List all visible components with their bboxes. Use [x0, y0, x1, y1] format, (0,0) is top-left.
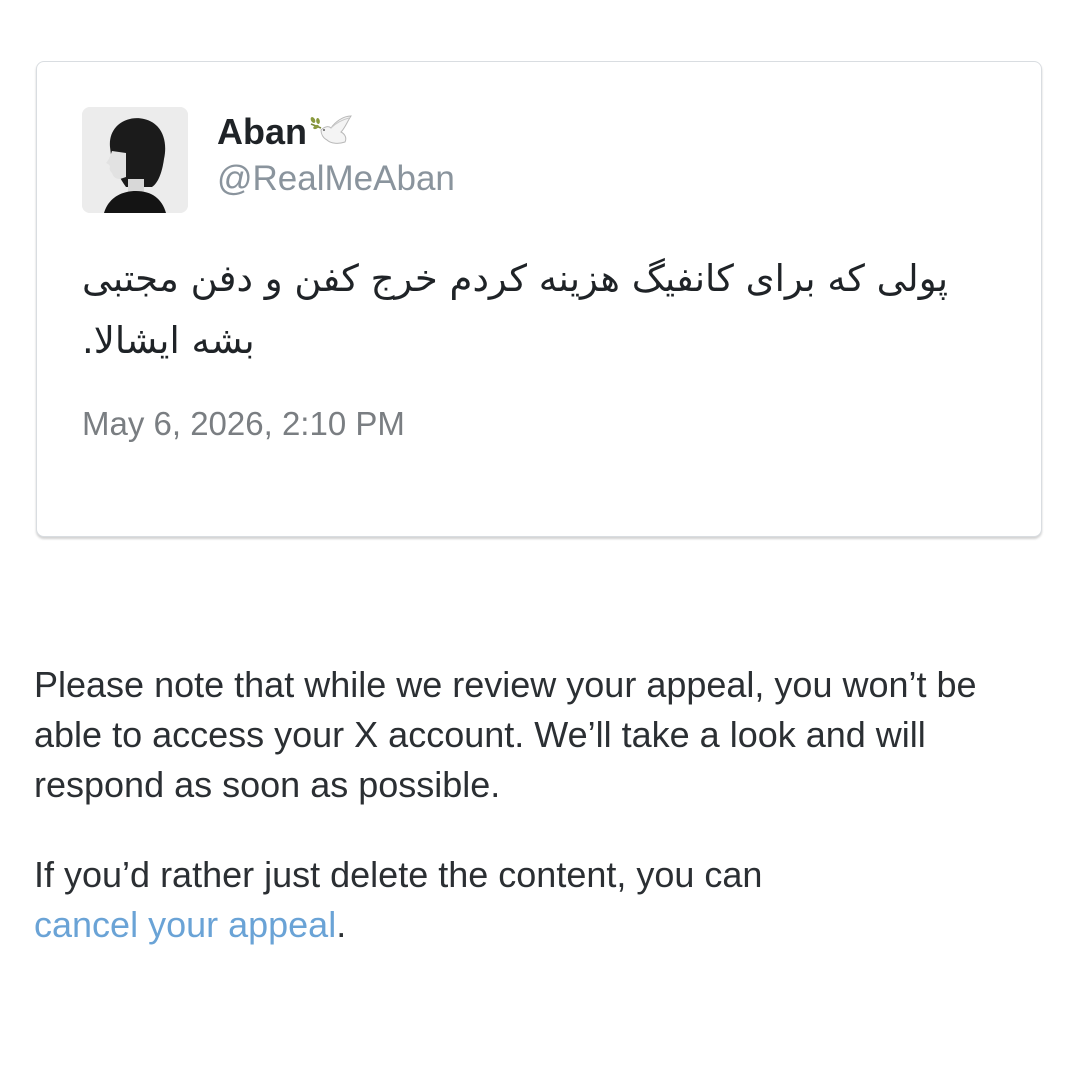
tweet-timestamp: May 6, 2026, 2:10 PM: [82, 405, 405, 442]
period-text: .: [336, 904, 347, 945]
tweet-text: پولی که برای کانفیگ هزینه کردم خرج کفن و…: [82, 257, 949, 362]
display-name-row: Aban: [217, 110, 353, 154]
delete-content-text: If you’d rather just delete the content,…: [34, 854, 763, 895]
tweet-card: Aban @RealMeAban پولی که برای کانفیگ هزی…: [36, 61, 1042, 537]
appeal-notice: Please note that while we review your ap…: [34, 664, 977, 805]
display-name: Aban: [217, 111, 307, 152]
avatar: [82, 107, 188, 213]
dove-of-peace-icon: [309, 114, 353, 150]
user-handle: @RealMeAban: [217, 159, 455, 198]
delete-content-notice: If you’d rather just delete the content,…: [34, 850, 1034, 950]
avatar-image: [82, 107, 188, 213]
cancel-appeal-link[interactable]: cancel your appeal: [34, 904, 336, 945]
